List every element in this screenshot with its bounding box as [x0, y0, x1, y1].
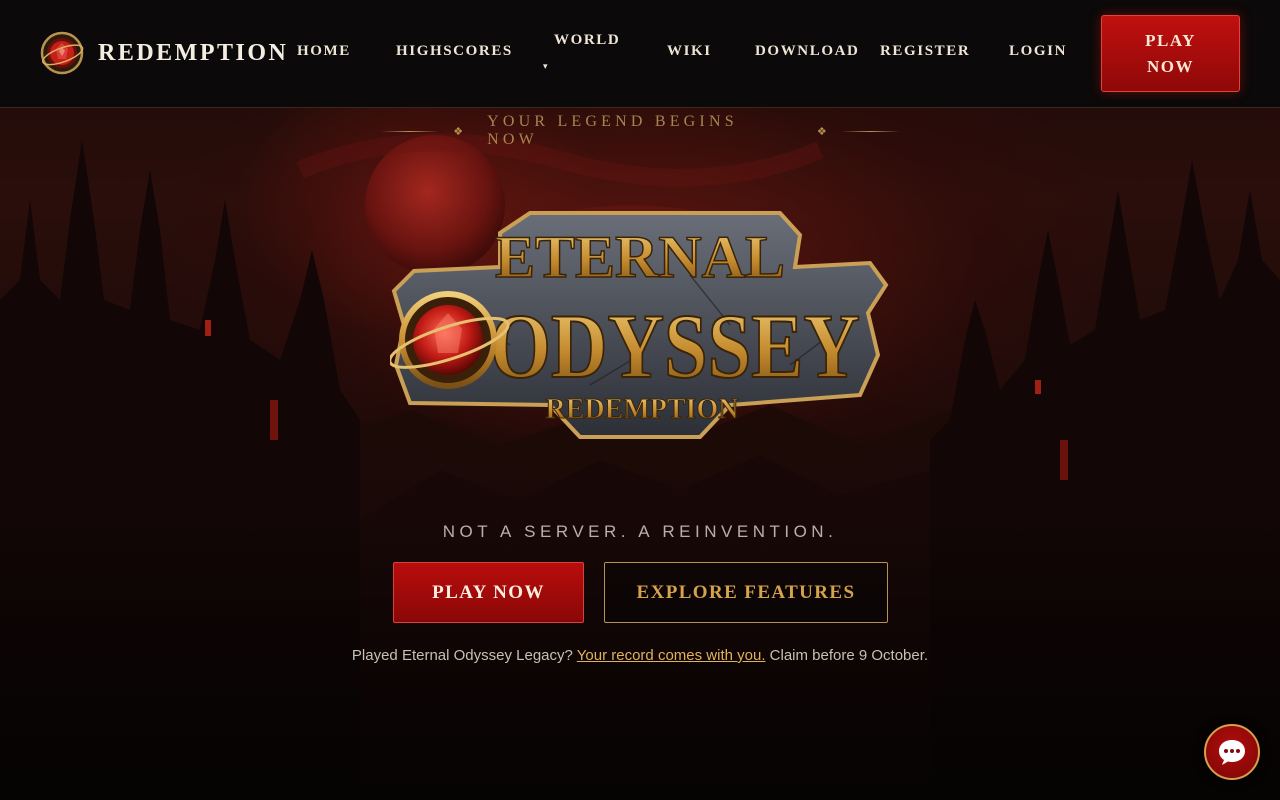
- brand-logo[interactable]: REDEMPTION: [40, 31, 289, 75]
- chat-button[interactable]: [1204, 724, 1260, 780]
- nav-login[interactable]: LOGIN: [1009, 43, 1067, 60]
- nav-highscores[interactable]: HIGHSCORES: [396, 43, 513, 60]
- logo-line2: ODYSSEY: [490, 295, 860, 397]
- legacy-suffix: Claim before 9 October.: [769, 647, 929, 664]
- chat-bubble-icon: [1219, 740, 1245, 765]
- legacy-notice: Played Eternal Odyssey Legacy? Your reco…: [0, 647, 1280, 664]
- chevron-down-icon[interactable]: ▾: [543, 61, 548, 72]
- header-play-now-button[interactable]: PLAY NOW: [1101, 15, 1240, 92]
- nav-wiki[interactable]: WIKI: [667, 43, 712, 60]
- ornament-diamond-icon: ❖: [453, 125, 464, 138]
- hero-eyebrow: ❖ YOUR LEGEND BEGINS NOW ❖: [380, 113, 900, 148]
- game-logo: ETERNAL ODYSSEY REDEMPTION: [390, 211, 889, 439]
- brand-name: REDEMPTION: [98, 39, 289, 66]
- play-now-button[interactable]: PLAY NOW: [393, 562, 584, 623]
- site-header: REDEMPTION HOME HIGHSCORES WORLD ▾ WIKI …: [0, 0, 1280, 108]
- legacy-record-link[interactable]: Your record comes with you.: [577, 647, 766, 664]
- nav-home[interactable]: HOME: [297, 43, 351, 60]
- nav-download[interactable]: DOWNLOAD: [755, 43, 859, 60]
- nav-register[interactable]: REGISTER: [880, 43, 970, 60]
- explore-features-label: EXPLORE FEATURES: [636, 581, 856, 603]
- ornament-diamond-icon: ❖: [816, 125, 827, 138]
- logo-line3: REDEMPTION: [546, 394, 739, 425]
- header-play-now-line2: NOW: [1147, 56, 1194, 76]
- eyebrow-rule-left: [380, 130, 440, 132]
- redemption-gem-emblem-icon: [40, 31, 84, 75]
- header-play-now-line1: PLAY: [1145, 30, 1196, 50]
- eyebrow-text: YOUR LEGEND BEGINS NOW: [487, 113, 738, 148]
- eyebrow-rule-right: [840, 130, 900, 132]
- explore-features-button[interactable]: EXPLORE FEATURES: [604, 562, 888, 623]
- hero-tagline: NOT A SERVER. A REINVENTION.: [442, 522, 838, 541]
- legacy-prefix: Played Eternal Odyssey Legacy?: [351, 647, 573, 664]
- nav-world[interactable]: WORLD: [554, 32, 620, 49]
- play-now-label: PLAY NOW: [432, 581, 545, 603]
- logo-line1: ETERNAL: [495, 224, 785, 290]
